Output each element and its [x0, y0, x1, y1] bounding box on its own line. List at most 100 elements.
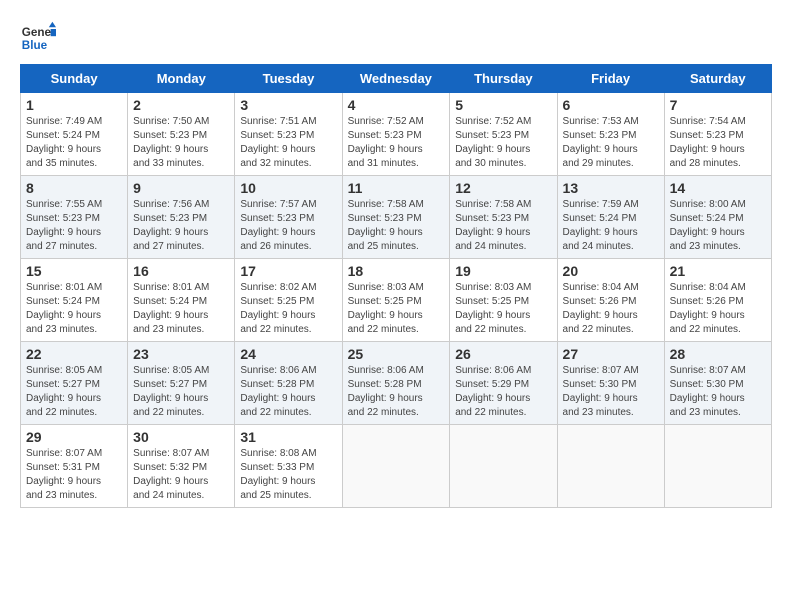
header-sunday: Sunday [21, 65, 128, 93]
calendar-cell: 16Sunrise: 8:01 AMSunset: 5:24 PMDayligh… [128, 259, 235, 342]
calendar-cell [557, 425, 664, 508]
day-info: Sunrise: 7:50 AMSunset: 5:23 PMDaylight:… [133, 115, 229, 171]
day-info: Sunrise: 8:01 AMSunset: 5:24 PMDaylight:… [26, 281, 122, 337]
calendar-cell: 13 Sunrise: 7:59 AMSunset: 5:24 PMDayligh… [557, 176, 664, 259]
day-number: 1 [26, 97, 122, 113]
day-number: 7 [670, 97, 766, 113]
header-thursday: Thursday [450, 65, 557, 93]
header-saturday: Saturday [664, 65, 771, 93]
day-info: Sunrise: 7:52 AMSunset: 5:23 PMDaylight:… [455, 115, 551, 171]
calendar-table: SundayMondayTuesdayWednesdayThursdayFrid… [20, 64, 772, 508]
day-info: Sunrise: 7:53 AMSunset: 5:23 PMDaylight:… [563, 115, 659, 171]
day-number: 15 [26, 263, 122, 279]
day-info: Sunrise: 7:56 AMSunset: 5:23 PMDaylight:… [133, 198, 229, 254]
day-number: 30 [133, 429, 229, 445]
calendar-cell: 6 Sunrise: 7:53 AMSunset: 5:23 PMDaylight… [557, 93, 664, 176]
day-info: Sunrise: 8:07 AMSunset: 5:30 PMDaylight:… [563, 364, 659, 420]
day-info: Sunrise: 7:59 AMSunset: 5:24 PMDaylight:… [563, 198, 659, 254]
day-number: 11 [348, 180, 445, 196]
day-number: 3 [240, 97, 336, 113]
day-number: 18 [348, 263, 445, 279]
calendar-cell: 4 Sunrise: 7:52 AMSunset: 5:23 PMDaylight… [342, 93, 450, 176]
calendar-cell: 19Sunrise: 8:03 AMSunset: 5:25 PMDayligh… [450, 259, 557, 342]
day-number: 31 [240, 429, 336, 445]
day-number: 10 [240, 180, 336, 196]
calendar-cell: 1 Sunrise: 7:49 AMSunset: 5:24 PMDaylight… [21, 93, 128, 176]
header-friday: Friday [557, 65, 664, 93]
day-info: Sunrise: 7:52 AMSunset: 5:23 PMDaylight:… [348, 115, 445, 171]
calendar-cell [664, 425, 771, 508]
calendar-cell: 23Sunrise: 8:05 AMSunset: 5:27 PMDayligh… [128, 342, 235, 425]
calendar-cell: 3 Sunrise: 7:51 AMSunset: 5:23 PMDaylight… [235, 93, 342, 176]
day-info: Sunrise: 8:05 AMSunset: 5:27 PMDaylight:… [26, 364, 122, 420]
day-number: 20 [563, 263, 659, 279]
calendar-cell: 22 Sunrise: 8:05 AMSunset: 5:27 PMDayligh… [21, 342, 128, 425]
day-number: 29 [26, 429, 122, 445]
day-info: Sunrise: 8:07 AMSunset: 5:32 PMDaylight:… [133, 447, 229, 503]
logo: General Blue [20, 20, 56, 56]
calendar-cell: 2Sunrise: 7:50 AMSunset: 5:23 PMDaylight… [128, 93, 235, 176]
day-number: 27 [563, 346, 659, 362]
calendar-week-row: 8 Sunrise: 7:55 AMSunset: 5:23 PMDaylight… [21, 176, 772, 259]
svg-text:Blue: Blue [22, 39, 48, 52]
day-number: 9 [133, 180, 229, 196]
header-tuesday: Tuesday [235, 65, 342, 93]
header-monday: Monday [128, 65, 235, 93]
day-info: Sunrise: 8:07 AMSunset: 5:31 PMDaylight:… [26, 447, 122, 503]
calendar-week-row: 1 Sunrise: 7:49 AMSunset: 5:24 PMDaylight… [21, 93, 772, 176]
day-info: Sunrise: 7:49 AMSunset: 5:24 PMDaylight:… [26, 115, 122, 171]
day-number: 8 [26, 180, 122, 196]
calendar-cell: 17 Sunrise: 8:02 AMSunset: 5:25 PMDayligh… [235, 259, 342, 342]
day-info: Sunrise: 7:54 AMSunset: 5:23 PMDaylight:… [670, 115, 766, 171]
day-number: 5 [455, 97, 551, 113]
calendar-cell: 5 Sunrise: 7:52 AMSunset: 5:23 PMDaylight… [450, 93, 557, 176]
calendar-cell: 20 Sunrise: 8:04 AMSunset: 5:26 PMDayligh… [557, 259, 664, 342]
page-header: General Blue [20, 20, 772, 56]
day-info: Sunrise: 7:57 AMSunset: 5:23 PMDaylight:… [240, 198, 336, 254]
day-info: Sunrise: 7:58 AMSunset: 5:23 PMDaylight:… [455, 198, 551, 254]
day-number: 13 [563, 180, 659, 196]
day-info: Sunrise: 8:02 AMSunset: 5:25 PMDaylight:… [240, 281, 336, 337]
calendar-cell: 21Sunrise: 8:04 AMSunset: 5:26 PMDayligh… [664, 259, 771, 342]
day-number: 21 [670, 263, 766, 279]
calendar-cell: 24 Sunrise: 8:06 AMSunset: 5:28 PMDayligh… [235, 342, 342, 425]
day-info: Sunrise: 7:51 AMSunset: 5:23 PMDaylight:… [240, 115, 336, 171]
day-info: Sunrise: 8:06 AMSunset: 5:29 PMDaylight:… [455, 364, 551, 420]
calendar-cell: 30 Sunrise: 8:07 AMSunset: 5:32 PMDayligh… [128, 425, 235, 508]
calendar-cell: 18 Sunrise: 8:03 AMSunset: 5:25 PMDayligh… [342, 259, 450, 342]
day-number: 24 [240, 346, 336, 362]
calendar-header-row: SundayMondayTuesdayWednesdayThursdayFrid… [21, 65, 772, 93]
day-number: 17 [240, 263, 336, 279]
day-number: 6 [563, 97, 659, 113]
day-number: 22 [26, 346, 122, 362]
calendar-cell: 10 Sunrise: 7:57 AMSunset: 5:23 PMDayligh… [235, 176, 342, 259]
calendar-cell: 26 Sunrise: 8:06 AMSunset: 5:29 PMDayligh… [450, 342, 557, 425]
calendar-cell: 14 Sunrise: 8:00 AMSunset: 5:24 PMDayligh… [664, 176, 771, 259]
calendar-cell: 27 Sunrise: 8:07 AMSunset: 5:30 PMDayligh… [557, 342, 664, 425]
day-number: 28 [670, 346, 766, 362]
day-info: Sunrise: 8:00 AMSunset: 5:24 PMDaylight:… [670, 198, 766, 254]
day-info: Sunrise: 8:03 AMSunset: 5:25 PMDaylight:… [348, 281, 445, 337]
day-number: 26 [455, 346, 551, 362]
day-info: Sunrise: 8:03 AMSunset: 5:25 PMDaylight:… [455, 281, 551, 337]
day-info: Sunrise: 8:08 AMSunset: 5:33 PMDaylight:… [240, 447, 336, 503]
day-number: 16 [133, 263, 229, 279]
day-number: 4 [348, 97, 445, 113]
calendar-week-row: 29 Sunrise: 8:07 AMSunset: 5:31 PMDayligh… [21, 425, 772, 508]
calendar-cell: 31 Sunrise: 8:08 AMSunset: 5:33 PMDayligh… [235, 425, 342, 508]
day-info: Sunrise: 8:04 AMSunset: 5:26 PMDaylight:… [563, 281, 659, 337]
calendar-cell: 9 Sunrise: 7:56 AMSunset: 5:23 PMDaylight… [128, 176, 235, 259]
calendar-cell: 25 Sunrise: 8:06 AMSunset: 5:28 PMDayligh… [342, 342, 450, 425]
day-number: 25 [348, 346, 445, 362]
calendar-week-row: 15 Sunrise: 8:01 AMSunset: 5:24 PMDayligh… [21, 259, 772, 342]
calendar-cell [450, 425, 557, 508]
day-number: 14 [670, 180, 766, 196]
day-info: Sunrise: 8:07 AMSunset: 5:30 PMDaylight:… [670, 364, 766, 420]
calendar-cell: 12Sunrise: 7:58 AMSunset: 5:23 PMDayligh… [450, 176, 557, 259]
day-info: Sunrise: 7:55 AMSunset: 5:23 PMDaylight:… [26, 198, 122, 254]
calendar-cell: 15 Sunrise: 8:01 AMSunset: 5:24 PMDayligh… [21, 259, 128, 342]
day-info: Sunrise: 8:06 AMSunset: 5:28 PMDaylight:… [240, 364, 336, 420]
day-info: Sunrise: 8:06 AMSunset: 5:28 PMDaylight:… [348, 364, 445, 420]
day-info: Sunrise: 8:05 AMSunset: 5:27 PMDaylight:… [133, 364, 229, 420]
calendar-cell: 7 Sunrise: 7:54 AMSunset: 5:23 PMDaylight… [664, 93, 771, 176]
